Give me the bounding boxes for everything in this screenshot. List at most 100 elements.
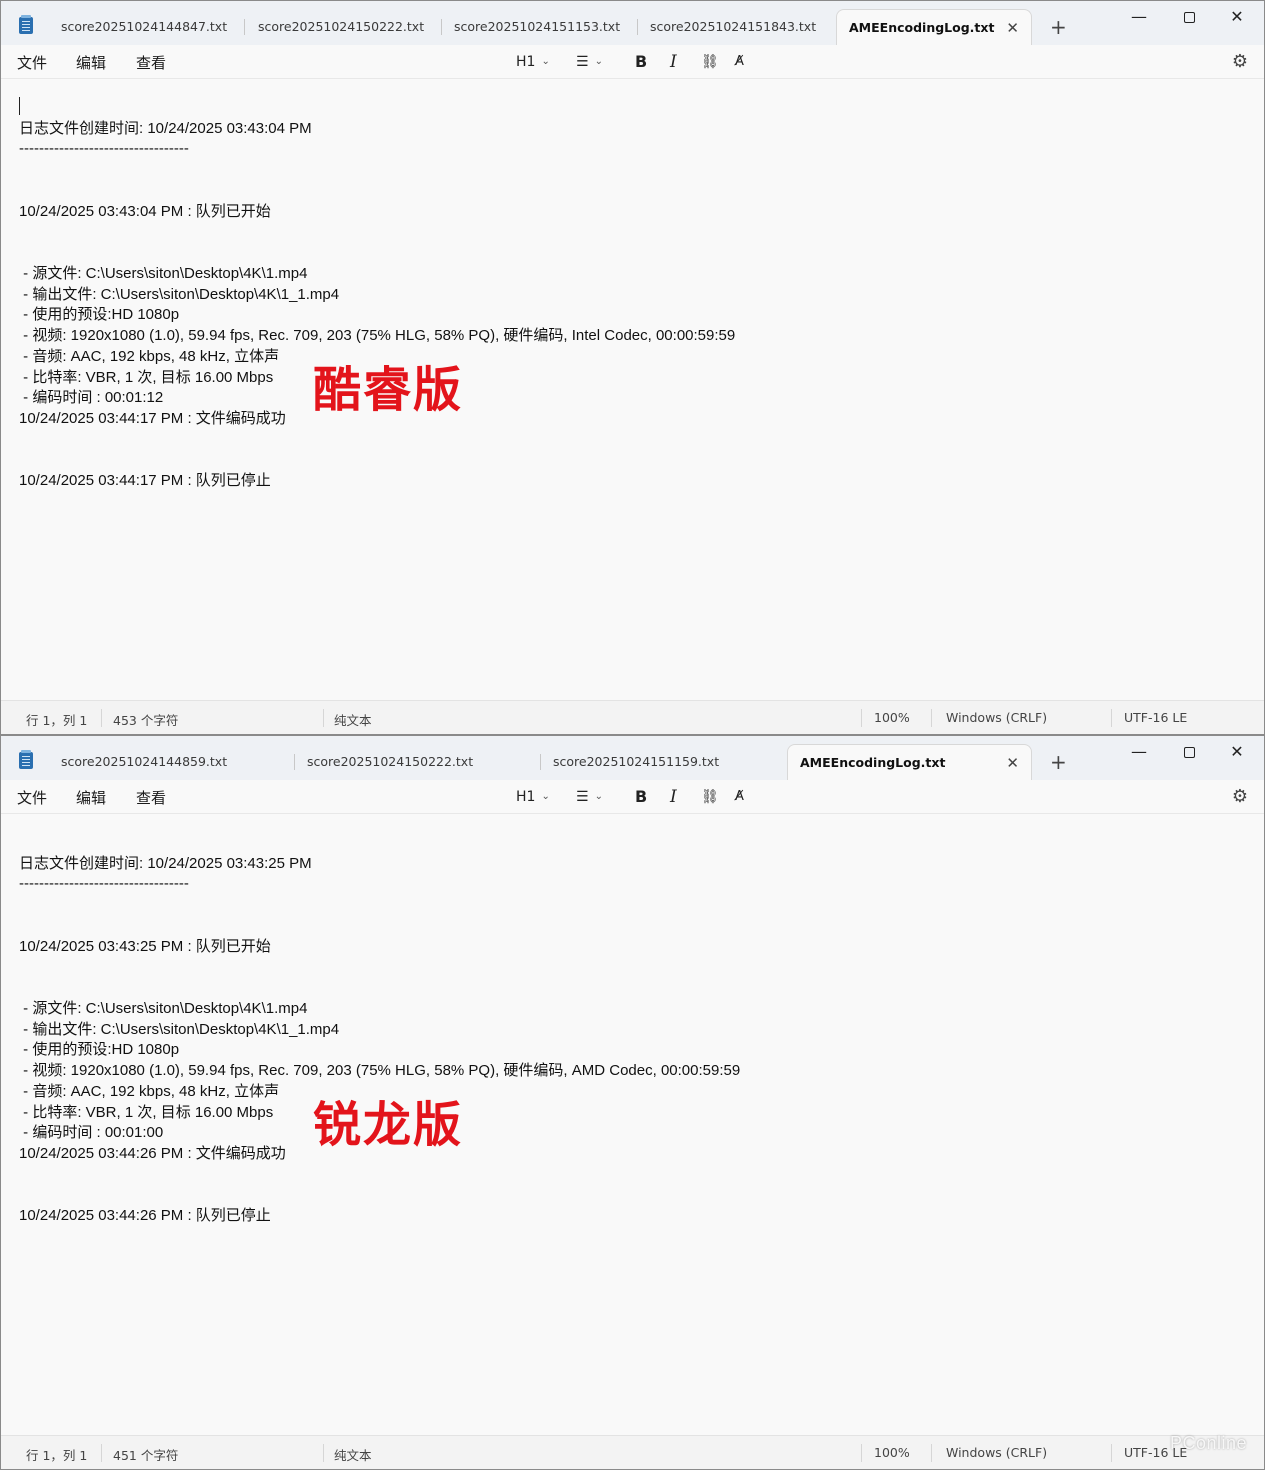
list-dropdown[interactable]: ☰ ⌄: [576, 52, 603, 72]
cpu-label-stamp: 锐龙版: [313, 1097, 464, 1153]
minimize-icon[interactable]: —: [1124, 5, 1154, 29]
log-line: - 源文件: C:\Users\siton\Desktop\4K\1.mp4: [19, 265, 308, 282]
tab-file-2[interactable]: score20251024150222.txt: [295, 744, 541, 780]
list-dropdown[interactable]: ☰ ⌄: [576, 787, 603, 807]
italic-icon[interactable]: I: [670, 787, 677, 807]
log-line: 10/24/2025 03:43:04 PM : 队列已开始: [19, 203, 271, 220]
add-tab-icon[interactable]: +: [1050, 13, 1067, 41]
gear-icon[interactable]: ⚙: [1232, 51, 1248, 72]
notepad-window-intel: score20251024144847.txt score20251024150…: [0, 0, 1265, 735]
text-mode[interactable]: 纯文本: [334, 1445, 372, 1464]
menu-toolbar: 文件 编辑 查看 H1 ⌄ ☰ ⌄ B I ⛓ A̸ ⚙: [1, 45, 1264, 79]
log-line: - 使用的预设:HD 1080p: [19, 1041, 180, 1058]
link-icon[interactable]: ⛓: [701, 787, 719, 807]
log-line: 日志文件创建时间: 10/24/2025 03:43:04 PM: [19, 120, 312, 137]
status-bar: 行 1，列 1 451 个字符 纯文本 100% Windows (CRLF) …: [1, 1435, 1264, 1469]
tab-label: score20251024151159.txt: [553, 754, 720, 769]
menu-file[interactable]: 文件: [17, 787, 47, 808]
line-ending[interactable]: Windows (CRLF): [946, 710, 1047, 725]
tab-file-1[interactable]: score20251024144859.txt: [49, 744, 295, 780]
log-line: - 比特率: VBR, 1 次, 目标 16.00 Mbps: [19, 369, 274, 386]
tab-label: AMEEncodingLog.txt: [849, 20, 995, 35]
tab-label: score20251024144859.txt: [61, 754, 228, 769]
log-line: - 比特率: VBR, 1 次, 目标 16.00 Mbps: [19, 1104, 274, 1121]
heading-label: H1: [516, 789, 536, 805]
heading-dropdown[interactable]: H1 ⌄: [516, 787, 550, 807]
clear-format-icon[interactable]: A̸: [735, 52, 744, 72]
tab-file-4[interactable]: score20251024151843.txt: [638, 9, 834, 45]
close-icon[interactable]: ✕: [1006, 745, 1019, 781]
list-icon: ☰: [576, 789, 589, 805]
log-line: - 源文件: C:\Users\siton\Desktop\4K\1.mp4: [19, 1000, 308, 1017]
log-line: ----------------------------------: [19, 875, 189, 892]
notepad-window-amd: score20251024144859.txt score20251024150…: [0, 735, 1265, 1470]
zoom-level[interactable]: 100%: [874, 1445, 910, 1460]
zoom-level[interactable]: 100%: [874, 710, 910, 725]
tab-label: score20251024150222.txt: [307, 754, 474, 769]
tab-file-3[interactable]: score20251024151159.txt: [541, 744, 787, 780]
tab-file-1[interactable]: score20251024144847.txt: [49, 9, 245, 45]
menu-file[interactable]: 文件: [17, 52, 47, 73]
tab-label: score20251024144847.txt: [61, 19, 228, 34]
menu-view[interactable]: 查看: [136, 52, 166, 73]
log-line: 10/24/2025 03:44:26 PM : 文件编码成功: [19, 1145, 286, 1162]
link-icon[interactable]: ⛓: [701, 52, 719, 72]
menu-view[interactable]: 查看: [136, 787, 166, 808]
text-editor[interactable]: 日志文件创建时间: 10/24/2025 03:43:04 PM -------…: [1, 79, 1264, 701]
menu-edit[interactable]: 编辑: [76, 52, 106, 73]
chevron-down-icon: ⌄: [541, 791, 550, 802]
log-line: - 编码时间 : 00:01:00: [19, 1124, 164, 1141]
close-icon[interactable]: ✕: [1006, 10, 1019, 46]
cursor-position: 行 1，列 1: [26, 713, 88, 728]
tab-file-3[interactable]: score20251024151153.txt: [442, 9, 638, 45]
log-line: 10/24/2025 03:44:26 PM : 队列已停止: [19, 1207, 271, 1224]
log-line: - 音频: AAC, 192 kbps, 48 kHz, 立体声: [19, 1083, 280, 1100]
bold-icon[interactable]: B: [635, 787, 647, 807]
notepad-app-icon: [19, 15, 33, 34]
italic-icon[interactable]: I: [670, 52, 677, 72]
encoding[interactable]: UTF-16 LE: [1124, 710, 1187, 725]
menu-edit[interactable]: 编辑: [76, 787, 106, 808]
tab-label: score20251024151153.txt: [454, 19, 621, 34]
tab-active-log[interactable]: AMEEncodingLog.txt ✕: [836, 9, 1032, 45]
line-ending[interactable]: Windows (CRLF): [946, 1445, 1047, 1460]
title-bar[interactable]: score20251024144859.txt score20251024150…: [1, 736, 1264, 780]
log-line: 日志文件创建时间: 10/24/2025 03:43:25 PM: [19, 855, 312, 872]
log-line: - 输出文件: C:\Users\siton\Desktop\4K\1_1.mp…: [19, 1021, 340, 1038]
heading-dropdown[interactable]: H1 ⌄: [516, 52, 550, 72]
maximize-icon[interactable]: [1174, 740, 1204, 764]
tab-label: score20251024150222.txt: [258, 19, 425, 34]
maximize-icon[interactable]: [1174, 5, 1204, 29]
tab-file-2[interactable]: score20251024150222.txt: [246, 9, 442, 45]
log-line: 10/24/2025 03:44:17 PM : 队列已停止: [19, 472, 271, 489]
log-line: - 输出文件: C:\Users\siton\Desktop\4K\1_1.mp…: [19, 286, 340, 303]
add-tab-icon[interactable]: +: [1050, 748, 1067, 776]
chevron-down-icon: ⌄: [541, 56, 550, 67]
log-line: - 视频: 1920x1080 (1.0), 59.94 fps, Rec. 7…: [19, 327, 736, 344]
watermark: PConline: [1169, 1433, 1247, 1453]
log-line: - 音频: AAC, 192 kbps, 48 kHz, 立体声: [19, 348, 280, 365]
tab-label: score20251024151843.txt: [650, 19, 817, 34]
text-editor[interactable]: 日志文件创建时间: 10/24/2025 03:43:25 PM -------…: [1, 814, 1264, 1436]
minimize-icon[interactable]: —: [1124, 740, 1154, 764]
window-close-icon[interactable]: ✕: [1222, 740, 1252, 764]
log-line: - 视频: 1920x1080 (1.0), 59.94 fps, Rec. 7…: [19, 1062, 741, 1079]
tab-label: AMEEncodingLog.txt: [800, 755, 946, 770]
gear-icon[interactable]: ⚙: [1232, 786, 1248, 807]
log-line: 10/24/2025 03:43:25 PM : 队列已开始: [19, 938, 271, 955]
heading-label: H1: [516, 54, 536, 70]
text-mode[interactable]: 纯文本: [334, 710, 372, 729]
tab-active-log[interactable]: AMEEncodingLog.txt ✕: [787, 744, 1032, 780]
char-count: 451 个字符: [113, 1448, 179, 1463]
title-bar[interactable]: score20251024144847.txt score20251024150…: [1, 1, 1264, 45]
window-close-icon[interactable]: ✕: [1222, 5, 1252, 29]
bold-icon[interactable]: B: [635, 52, 647, 72]
log-line: - 编码时间 : 00:01:12: [19, 389, 164, 406]
clear-format-icon[interactable]: A̸: [735, 787, 744, 807]
chevron-down-icon: ⌄: [594, 791, 603, 802]
list-icon: ☰: [576, 54, 589, 70]
log-line: - 使用的预设:HD 1080p: [19, 306, 180, 323]
cpu-label-stamp: 酷睿版: [313, 362, 464, 418]
log-line: 10/24/2025 03:44:17 PM : 文件编码成功: [19, 410, 286, 427]
char-count: 453 个字符: [113, 713, 179, 728]
